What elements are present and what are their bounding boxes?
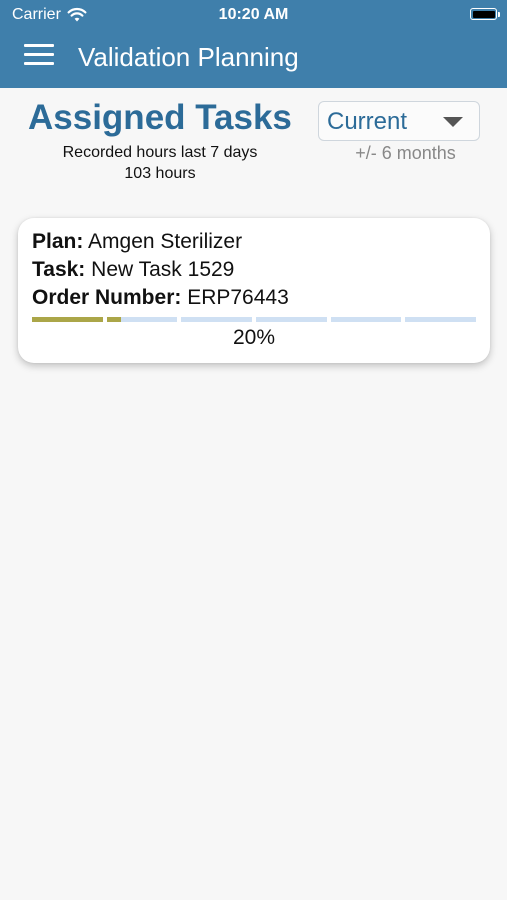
progress-segment [106, 317, 178, 322]
battery-level [472, 10, 495, 18]
progress-segment [181, 317, 252, 322]
task-progress-bar [32, 317, 476, 322]
progress-segment [405, 317, 476, 322]
recorded-hours-value: 103 hours [124, 165, 196, 182]
recorded-hours-label: Recorded hours last 7 days [62, 144, 258, 161]
task-name-row: Task: New Task 1529 [32, 258, 234, 282]
plan-label: Plan: [32, 230, 84, 253]
order-value: ERP76443 [187, 286, 289, 309]
plan-value: Amgen Sterilizer [88, 230, 243, 253]
task-progress-text: 20% [232, 326, 276, 349]
period-select[interactable]: Current [318, 101, 480, 141]
page-title: Validation Planning [78, 42, 299, 72]
status-bar: Carrier 10:20 AM [0, 0, 507, 30]
progress-segment-fill [32, 317, 103, 322]
clock: 10:20 AM [218, 6, 289, 23]
period-range-hint: +/- 6 months [355, 143, 456, 163]
caret-down-icon [443, 117, 463, 127]
task-card[interactable]: Plan: Amgen Sterilizer Task: New Task 15… [18, 218, 490, 363]
progress-segment [32, 317, 103, 322]
hamburger-menu-icon[interactable] [24, 44, 54, 66]
section-title: Assigned Tasks [28, 98, 292, 137]
menu-line [24, 62, 54, 65]
progress-segment [330, 317, 402, 322]
battery-icon [470, 8, 500, 20]
progress-segment [256, 317, 327, 322]
menu-line [24, 53, 54, 56]
recorded-hours: Recorded hours last 7 days 103 hours [40, 142, 280, 184]
period-select-value: Current [327, 108, 408, 135]
app-header: Carrier 10:20 AM Validation Planning [0, 0, 507, 88]
order-label: Order Number: [32, 286, 182, 309]
task-plan-row: Plan: Amgen Sterilizer [32, 230, 242, 254]
task-label: Task: [32, 258, 86, 281]
menu-line [24, 44, 54, 47]
task-value: New Task 1529 [91, 258, 235, 281]
progress-segment-fill [106, 317, 121, 322]
task-order-row: Order Number: ERP76443 [32, 286, 289, 310]
